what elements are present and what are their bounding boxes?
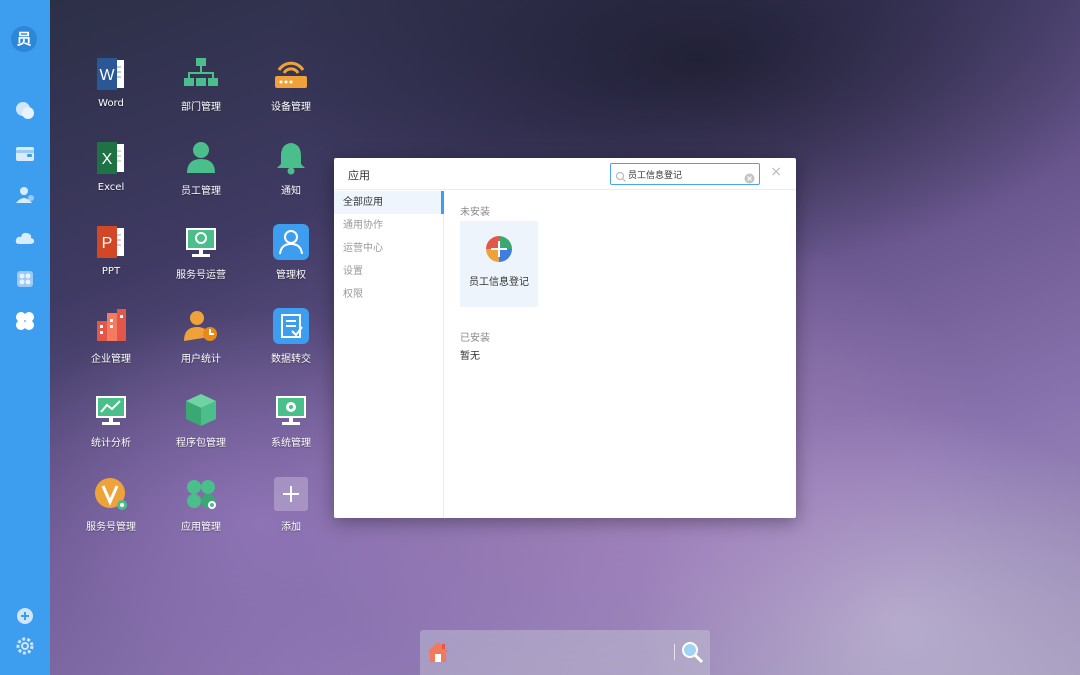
admin-user-icon (272, 223, 310, 261)
document-transfer-icon (272, 307, 310, 345)
nav-operations[interactable]: 运营中心 (334, 237, 443, 260)
home-icon[interactable] (426, 640, 450, 664)
dock (420, 630, 710, 675)
chat-icon[interactable] (14, 100, 36, 122)
svg-text:W: W (99, 67, 115, 84)
category-nav: 全部应用 通用协作 运营中心 设置 权限 (334, 191, 444, 518)
app-package[interactable]: 程序包管理 (156, 391, 246, 449)
section-installed: 已安装 (460, 333, 490, 344)
add-circle-icon[interactable] (14, 605, 36, 627)
nav-permissions[interactable]: 权限 (334, 283, 443, 306)
app-service-ops[interactable]: 服务号运营 (156, 223, 246, 281)
app-system[interactable]: 系统管理 (246, 391, 336, 449)
app-label: 设备管理 (271, 102, 311, 113)
svg-text:X: X (102, 151, 113, 168)
app-data-transfer[interactable]: 数据转交 (246, 307, 336, 365)
app-user-stats[interactable]: 用户统计 (156, 307, 246, 365)
nav-collaboration[interactable]: 通用协作 (334, 214, 443, 237)
app-label: Word (98, 98, 124, 109)
clover-apps-icon (182, 475, 220, 513)
app-label: 部门管理 (181, 102, 221, 113)
word-icon: W (92, 55, 130, 93)
app-label: 数据转交 (271, 354, 311, 365)
app-label: Excel (97, 182, 125, 193)
app-center-dialog: 应用 × 全部应用 通用协作 运营中心 设置 权限 未安装 员工信息登记 已安装… (334, 158, 796, 518)
cloud-icon[interactable] (14, 227, 36, 249)
line-chart-monitor-icon (92, 391, 130, 429)
app-device[interactable]: 设备管理 (246, 55, 336, 113)
app-employee[interactable]: 员工管理 (156, 139, 246, 197)
clear-icon[interactable] (744, 169, 755, 184)
user-stats-icon (182, 307, 220, 345)
app-word[interactable]: W Word (66, 55, 156, 109)
app-service-account[interactable]: 服务号管理 (66, 475, 156, 533)
app-analytics[interactable]: 统计分析 (66, 391, 156, 449)
gear-icon[interactable] (14, 635, 36, 657)
v-badge-icon (92, 475, 130, 513)
app-label: 服务号管理 (86, 522, 136, 533)
installed-empty-text: 暂无 (460, 351, 480, 362)
search-icon (615, 168, 627, 182)
contacts-icon[interactable] (14, 184, 36, 206)
apps-grid-icon[interactable] (14, 268, 36, 290)
app-label: 统计分析 (91, 438, 131, 449)
ppt-icon: P (92, 223, 130, 261)
system-monitor-icon (272, 391, 310, 429)
person-icon (182, 139, 220, 177)
org-chart-icon (182, 55, 220, 93)
app-card-name: 员工信息登记 (469, 277, 529, 288)
section-not-installed: 未安装 (460, 207, 490, 218)
dock-divider (674, 644, 675, 660)
nav-all-apps[interactable]: 全部应用 (334, 191, 444, 214)
app-label: 添加 (281, 522, 301, 533)
close-icon[interactable]: × (770, 165, 782, 179)
dialog-title: 应用 (348, 169, 370, 182)
app-excel[interactable]: X Excel (66, 139, 156, 193)
dialog-header: 应用 × (334, 158, 796, 190)
app-label: 服务号运营 (176, 270, 226, 281)
app-label: 应用管理 (181, 522, 221, 533)
app-label: 程序包管理 (176, 438, 226, 449)
app-admin-rights[interactable]: 管理权 (246, 223, 336, 281)
dialog-content: 未安装 员工信息登记 已安装 暂无 (460, 191, 796, 518)
wallet-icon[interactable] (14, 143, 36, 165)
avatar[interactable]: 员 (11, 26, 37, 52)
svg-text:P: P (102, 235, 113, 252)
app-label: PPT (101, 266, 121, 277)
app-notice[interactable]: 通知 (246, 139, 336, 197)
excel-icon: X (92, 139, 130, 177)
search-icon[interactable] (680, 640, 704, 664)
app-department[interactable]: 部门管理 (156, 55, 246, 113)
monitor-icon (182, 223, 220, 261)
app-label: 系统管理 (271, 438, 311, 449)
building-icon (92, 307, 130, 345)
app-label: 企业管理 (91, 354, 131, 365)
app-label: 管理权 (276, 270, 306, 281)
app-app-management[interactable]: 应用管理 (156, 475, 246, 533)
app-plus-icon (485, 235, 513, 263)
app-label: 通知 (281, 186, 301, 197)
plus-icon (272, 475, 310, 513)
search-box[interactable] (610, 163, 760, 185)
nav-settings[interactable]: 设置 (334, 260, 443, 283)
app-card-employee-registration[interactable]: 员工信息登记 (460, 221, 538, 307)
bell-icon (272, 139, 310, 177)
app-label: 用户统计 (181, 354, 221, 365)
app-add[interactable]: 添加 (246, 475, 336, 533)
search-input[interactable] (628, 166, 740, 182)
router-icon (272, 55, 310, 93)
app-ppt[interactable]: P PPT (66, 223, 156, 277)
clover-icon[interactable] (14, 310, 36, 332)
app-label: 员工管理 (181, 186, 221, 197)
app-enterprise[interactable]: 企业管理 (66, 307, 156, 365)
package-icon (182, 391, 220, 429)
sidebar: 员 (0, 0, 50, 675)
